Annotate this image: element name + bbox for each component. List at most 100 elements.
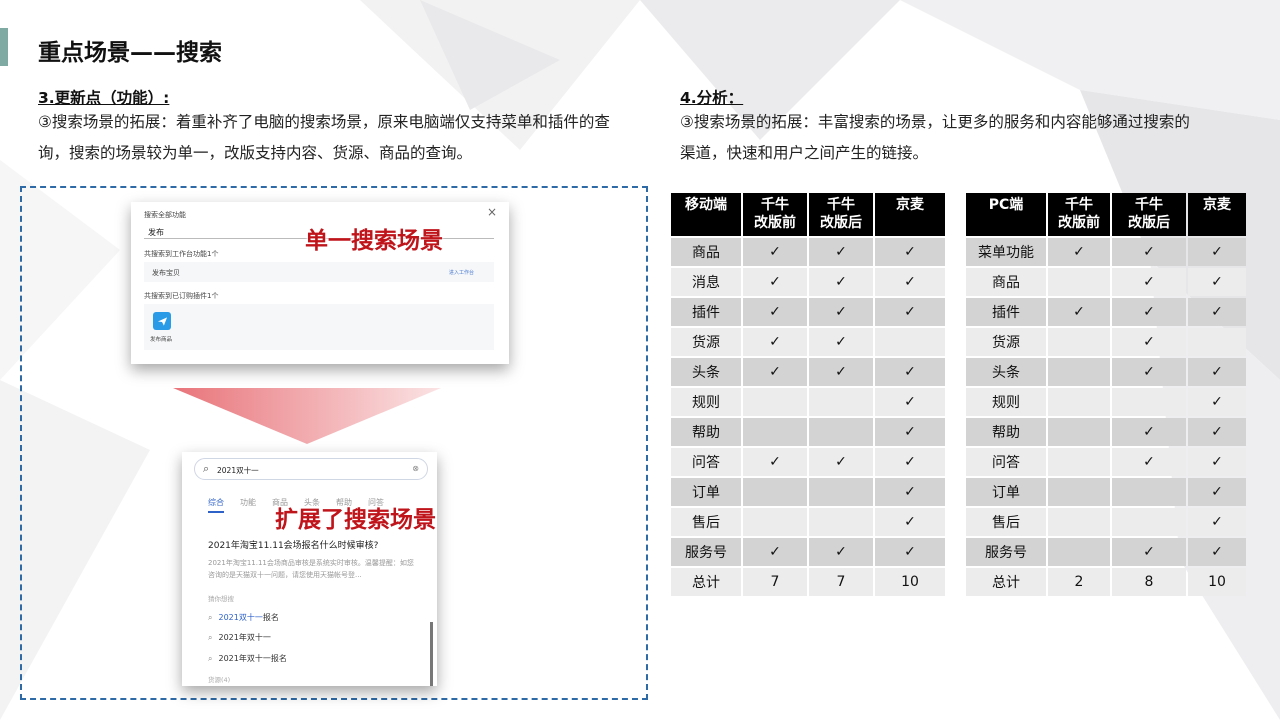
row-label-cell: 帮助 (671, 418, 741, 446)
callout-single-search: 单一搜索场景 (305, 228, 443, 254)
row-label-cell: 订单 (966, 478, 1046, 506)
table-header-cell: 千牛 改版前 (743, 193, 807, 236)
row-label-cell: 规则 (966, 388, 1046, 416)
result-title[interactable]: 2021年淘宝11.11会场报名什么时候审核? (208, 538, 378, 551)
table-cell: 7 (743, 568, 807, 596)
table-row: 规则 ✓ (966, 388, 1246, 416)
right-body: ③搜索场景的拓展：丰富搜索的场景，让更多的服务和内容能够通过搜索的 渠道，快速和… (680, 107, 1260, 169)
row-label-cell: 售后 (966, 508, 1046, 536)
row-label-cell: 问答 (671, 448, 741, 476)
check-icon-cell: ✓ (743, 238, 807, 266)
table-cell (875, 328, 945, 356)
result-row-plugin[interactable]: 发布商品 (144, 304, 494, 350)
table-row: 货源 ✓ ✓ (671, 328, 945, 356)
left-line-1: ③搜索场景的拓展：着重补齐了电脑的搜索场景，原来电脑端仅支持菜单和插件的查 (38, 113, 610, 131)
left-body: ③搜索场景的拓展：着重补齐了电脑的搜索场景，原来电脑端仅支持菜单和插件的查 询，… (38, 107, 648, 169)
check-icon-cell: ✓ (743, 448, 807, 476)
check-icon-cell: ✓ (809, 268, 873, 296)
table-row: 插件 ✓ ✓ ✓ (966, 298, 1246, 326)
row-label-cell: 订单 (671, 478, 741, 506)
check-icon-cell: ✓ (875, 268, 945, 296)
table-cell (809, 418, 873, 446)
row-label-cell: 货源 (966, 328, 1046, 356)
check-icon-cell: ✓ (809, 238, 873, 266)
new-search-screenshot: ⌕ 2021双十一 ⊗ 综合 功能 商品 头条 帮助 问答 2021年淘宝11.… (182, 452, 437, 686)
check-icon-cell: ✓ (809, 538, 873, 566)
row-label-cell: 商品 (966, 268, 1046, 296)
row-label-cell: 帮助 (966, 418, 1046, 446)
row-label-cell: 总计 (966, 568, 1046, 596)
scrollbar[interactable] (430, 622, 433, 686)
left-heading: 3.更新点（功能）: (38, 89, 170, 107)
suggestion-item[interactable]: ⌕ 2021双十一报名 (208, 612, 279, 623)
result-snippet: 2021年淘宝11.11会场商品审核是系统实时审核。温馨提醒：如您咨询的是天猫双… (208, 559, 414, 579)
table-cell (1048, 268, 1110, 296)
check-icon-cell: ✓ (1188, 298, 1246, 326)
tab-all[interactable]: 综合 (208, 497, 224, 513)
suggest-heading: 猜你想搜 (208, 595, 234, 603)
check-icon-cell: ✓ (1048, 298, 1110, 326)
table-cell (1048, 328, 1110, 356)
table-cell (1048, 448, 1110, 476)
table-header-cell: 千牛 改版后 (1112, 193, 1186, 236)
check-icon-cell: ✓ (875, 538, 945, 566)
dialog-title: 搜索全部功能 (144, 211, 186, 219)
check-icon-cell: ✓ (1188, 238, 1246, 266)
table-cell (1048, 478, 1110, 506)
check-icon-cell: ✓ (875, 358, 945, 386)
plugin-label: 发布商品 (150, 337, 173, 343)
close-icon[interactable]: × (487, 205, 497, 219)
check-icon-cell: ✓ (1188, 358, 1246, 386)
check-icon-cell: ✓ (809, 448, 873, 476)
table-cell: 2 (1048, 568, 1110, 596)
table-row: 菜单功能 ✓ ✓ ✓ (966, 238, 1246, 266)
left-line-2: 询，搜索的场景较为单一，改版支持内容、货源、商品的查询。 (38, 144, 473, 162)
section-plugin-count: 共搜索到已订购插件1个 (144, 292, 219, 300)
table-row: 规则 ✓ (671, 388, 945, 416)
table-row: 插件 ✓ ✓ ✓ (671, 298, 945, 326)
title-accent-bar (0, 28, 8, 66)
check-icon-cell: ✓ (1112, 298, 1186, 326)
check-icon-cell: ✓ (1112, 418, 1186, 446)
table-cell (1188, 328, 1246, 356)
table-cell (1048, 358, 1110, 386)
check-icon-cell: ✓ (743, 538, 807, 566)
row-label-cell: 消息 (671, 268, 741, 296)
enter-workbench-link[interactable]: 进入工作台 (449, 269, 474, 276)
check-icon-cell: ✓ (1112, 448, 1186, 476)
check-icon-cell: ✓ (1188, 508, 1246, 536)
check-icon-cell: ✓ (743, 298, 807, 326)
tab-function[interactable]: 功能 (240, 497, 256, 513)
search-icon: ⌕ (203, 462, 210, 475)
table-row: 货源 ✓ (966, 328, 1246, 356)
table-cell (1112, 478, 1186, 506)
check-icon-cell: ✓ (743, 268, 807, 296)
table-cell (743, 508, 807, 536)
check-icon-cell: ✓ (1188, 448, 1246, 476)
table-cell (809, 478, 873, 506)
table-row: 订单 ✓ (671, 478, 945, 506)
check-icon-cell: ✓ (1188, 538, 1246, 566)
check-icon-cell: ✓ (875, 448, 945, 476)
right-heading: 4.分析： (680, 89, 744, 107)
result-row-workbench[interactable]: 发布宝贝 进入工作台 (144, 262, 494, 282)
suggestion-item[interactable]: ⌕ 2021年双十一报名 (208, 653, 287, 664)
table-cell (1112, 508, 1186, 536)
check-icon-cell: ✓ (1188, 478, 1246, 506)
section-workbench-count: 共搜索到工作台功能1个 (144, 250, 219, 258)
clear-icon[interactable]: ⊗ (412, 464, 419, 473)
table-header-cell: PC端 (966, 193, 1046, 236)
table-header-cell: 京麦 (1188, 193, 1246, 236)
table-row: 订单 ✓ (966, 478, 1246, 506)
table-row: 商品 ✓ ✓ ✓ (671, 238, 945, 266)
search-box[interactable]: ⌕ 2021双十一 ⊗ (194, 458, 428, 480)
table-header-cell: 千牛 改版后 (809, 193, 873, 236)
table-row: 问答 ✓ ✓ (966, 448, 1246, 476)
row-label-cell: 服务号 (966, 538, 1046, 566)
search-icon: ⌕ (208, 613, 213, 622)
suggestion-item[interactable]: ⌕ 2021年双十一 (208, 632, 271, 643)
check-icon-cell: ✓ (1112, 268, 1186, 296)
callout-expanded-search: 扩展了搜索场景 (275, 507, 436, 533)
table-cell (1048, 388, 1110, 416)
table-cell (1112, 388, 1186, 416)
